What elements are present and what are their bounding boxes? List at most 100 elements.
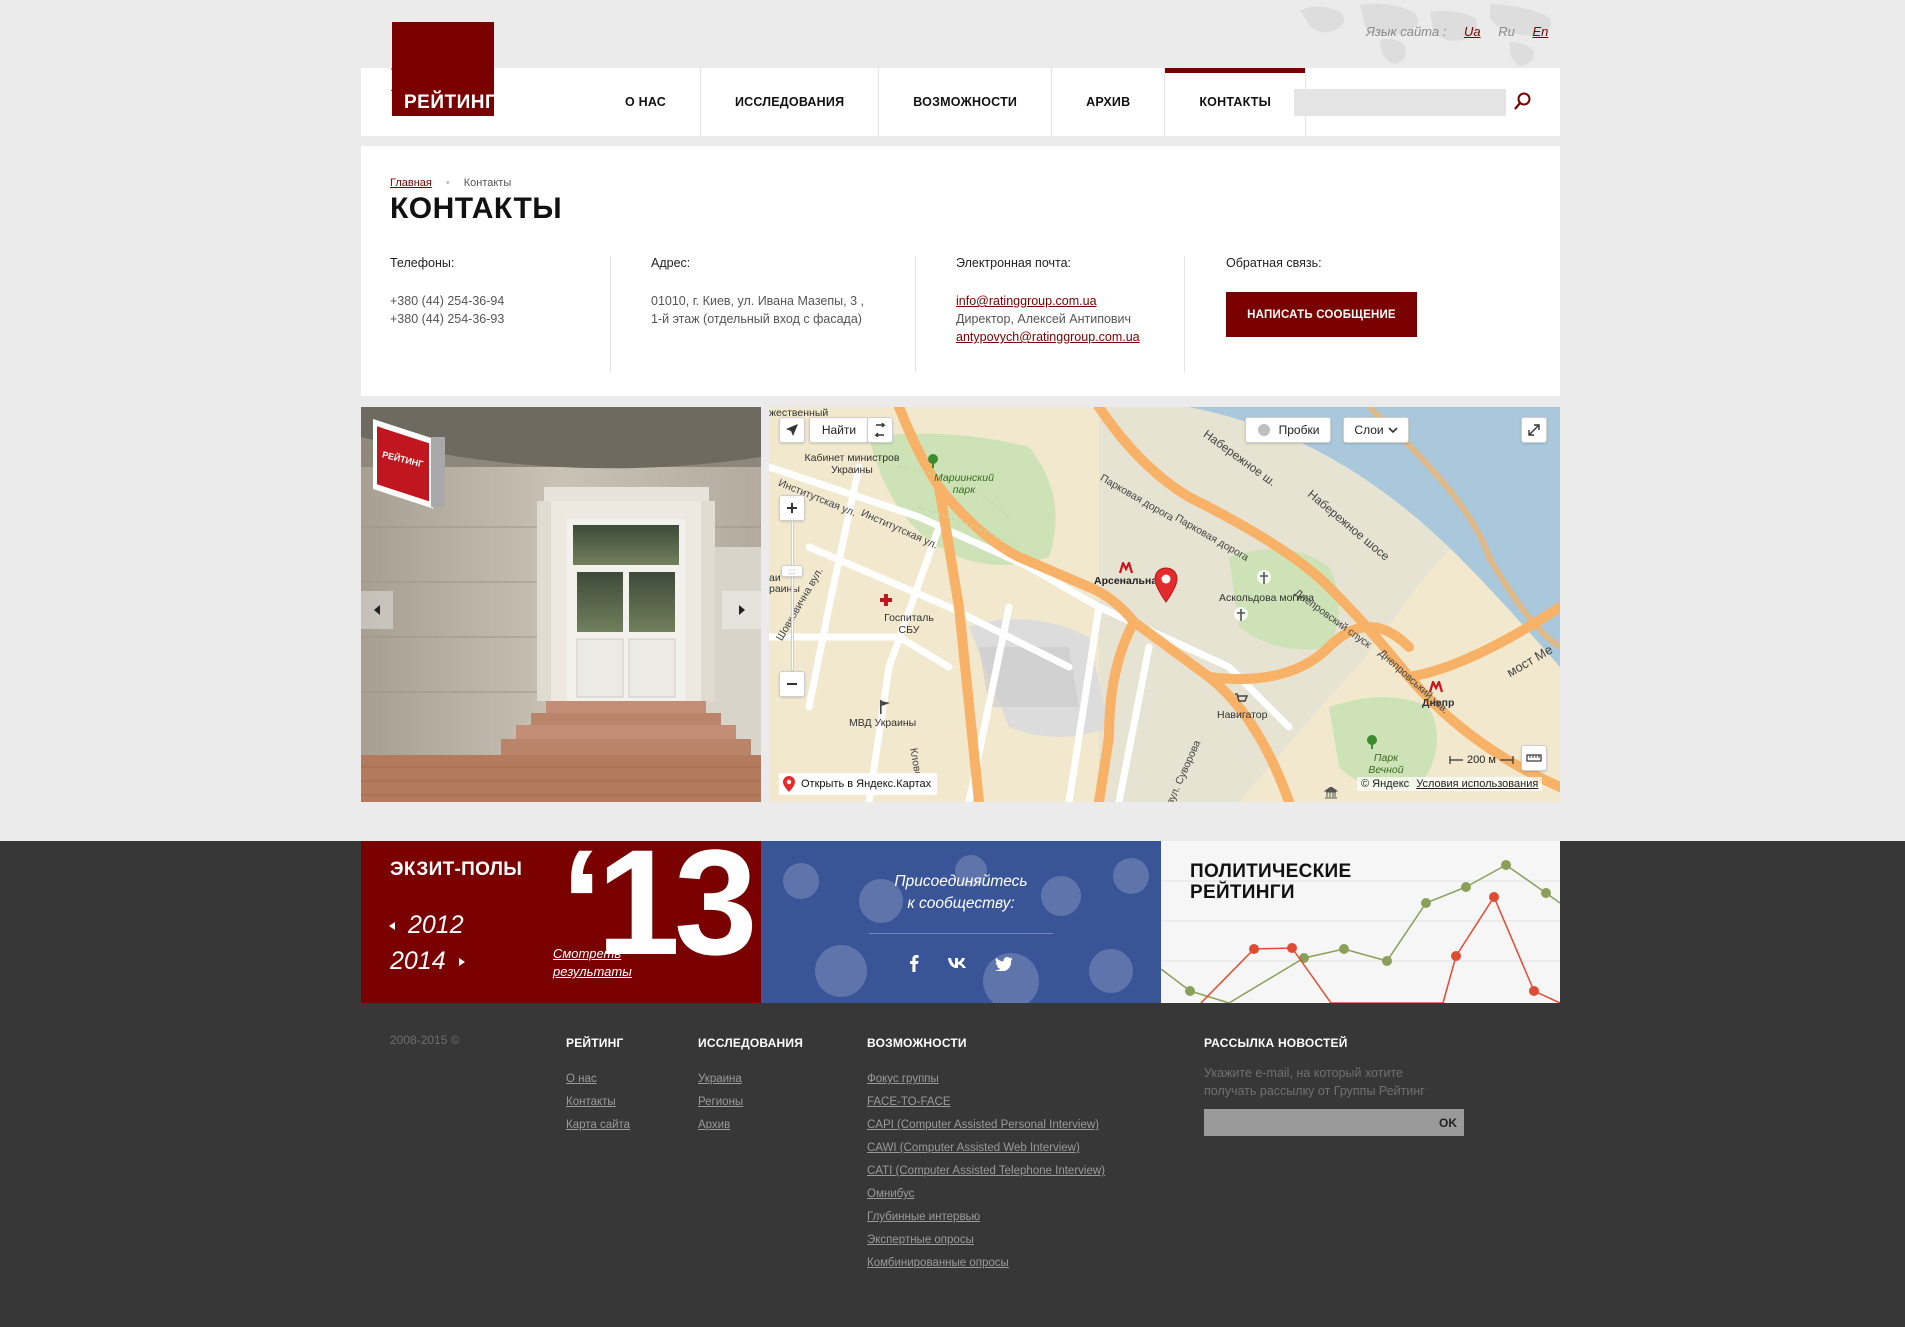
slider-prev-button[interactable] [361,591,393,629]
footer-link-sitemap[interactable]: Карта сайта [566,1114,630,1137]
breadcrumb-separator: • [445,177,450,189]
footer-link-contacts[interactable]: Контакты [566,1091,630,1114]
year-2014-link[interactable]: 2014 [390,947,466,976]
lang-ru-link[interactable]: Ru [1498,24,1515,39]
language-switcher: Язык сайта : Ua Ru En [1366,24,1548,39]
flag-icon [880,700,890,714]
route-button[interactable] [867,417,893,443]
breadcrumb: Главная • Контакты [390,177,511,189]
footer-link-ukraine[interactable]: Украина [698,1068,803,1091]
footer-col-research-title: ИССЛЕДОВАНИЯ [698,1036,804,1050]
year-2012-link[interactable]: 2012 [388,911,464,940]
route-icon [874,423,886,437]
footer-link-cati[interactable]: CATI (Computer Assisted Telephone Interv… [867,1160,1105,1183]
map-copyright: © Яндекс Условия использования [1357,777,1543,791]
menu-item-capabilities[interactable]: ВОЗМОЖНОСТИ [879,68,1053,136]
arrow-left-icon [389,921,395,930]
social-divider [869,933,1053,934]
political-ratings-block[interactable]: ПОЛИТИЧЕСКИЕ РЕЙТИНГИ [1161,841,1560,1003]
footer-link-capi[interactable]: CAPI (Computer Assisted Personal Intervi… [867,1114,1105,1137]
map-scale-label: 200 м [1467,754,1496,766]
map-label-park-vechnoy: Парк Вечной [1368,752,1404,776]
view-results-line-2: результаты [553,964,632,979]
map-find-button[interactable]: Найти [809,417,869,443]
footer-link-focus-groups[interactable]: Фокус группы [867,1068,1105,1091]
feedback-column: Обратная связь: НАПИСАТЬ СООБЩЕНИЕ [1226,256,1417,372]
minus-icon [787,683,797,685]
social-community-block: Присоединяйтесь к сообществу: [761,841,1161,1003]
map-label-edge-left2: раины [769,583,800,595]
church-icon [1257,570,1271,584]
zoom-in-button[interactable] [779,495,805,521]
menu-item-contacts[interactable]: КОНТАКТЫ [1165,68,1307,136]
footer-link-face-to-face[interactable]: FACE-TO-FACE [867,1091,1105,1114]
view-results-line-1: Смотреть [553,946,622,961]
chevron-down-icon [1388,427,1398,434]
top-strip [0,0,1905,68]
museum-icon [1324,787,1338,799]
email-column: Электронная почта: info@ratinggroup.com.… [956,256,1140,372]
footer-link-about[interactable]: О нас [566,1068,630,1091]
ruler-button[interactable] [1521,745,1547,771]
search-input[interactable] [1294,89,1506,116]
geolocation-button[interactable] [779,417,805,443]
menu-item-archive[interactable]: АРХИВ [1052,68,1166,136]
slider-next-button[interactable] [722,591,761,629]
expand-icon [1528,424,1540,436]
layers-label: Слои [1354,423,1384,437]
write-message-button[interactable]: НАПИСАТЬ СООБЩЕНИЕ [1226,292,1417,337]
traffic-icon [1257,424,1270,436]
crowd-background [783,855,1149,1003]
church-icon [1234,607,1248,621]
footer-link-in-depth[interactable]: Глубинные интервью [867,1206,1105,1229]
vk-icon[interactable] [947,957,967,969]
arrow-right-icon [458,957,465,966]
footer-link-cawi[interactable]: CAWI (Computer Assisted Web Interview) [867,1137,1105,1160]
breadcrumb-current: Контакты [463,177,512,189]
traffic-button[interactable]: Пробки [1245,417,1331,443]
open-in-yandex-maps-link[interactable]: Открыть в Яндекс.Картах [779,773,938,795]
footer-col-research: ИССЛЕДОВАНИЯ Украина Регионы Архив [698,1036,803,1137]
newsletter-email-input[interactable] [1204,1109,1432,1136]
map-label-mariinsky-park: Мариинский парк [934,472,994,496]
search-icon[interactable] [1512,90,1534,112]
scale-right-icon [1499,756,1514,764]
zoom-slider-track[interactable] [791,521,794,671]
address-column: Адрес: 01010, г. Киев, ул. Ивана Мазепы,… [651,256,864,372]
phones-column: Телефоны: +380 (44) 254-36-94 +380 (44) … [390,256,504,372]
logo-text: РЕЙТИНГ [404,92,497,113]
layers-dropdown[interactable]: Слои [1343,417,1409,443]
lang-ua-link[interactable]: Ua [1464,24,1481,39]
yandex-pin-icon [783,776,795,792]
hospital-icon [880,594,892,606]
address-label: Адрес: [651,256,691,270]
location-pin-icon[interactable] [1153,567,1179,603]
map-label-navigator: Навигатор [1217,709,1268,721]
facebook-icon[interactable] [909,954,919,972]
email-main-link[interactable]: info@ratinggroup.com.ua [956,292,1140,310]
footer-link-expert[interactable]: Экспертные опросы [867,1229,1105,1252]
email-director-link[interactable]: antypovych@ratinggroup.com.ua [956,328,1140,346]
breadcrumb-home-link[interactable]: Главная [390,177,432,189]
menu-item-research[interactable]: ИССЛЕДОВАНИЯ [701,68,880,136]
yandex-map[interactable]: жественный Кабинет министров Украины Мар… [769,407,1560,802]
column-divider [610,256,611,372]
fullscreen-button[interactable] [1521,417,1547,443]
footer-link-omnibus[interactable]: Омнибус [867,1183,1105,1206]
footer-link-regions[interactable]: Регионы [698,1091,803,1114]
arrow-left-icon [374,605,380,615]
footer-link-combined[interactable]: Комбинированные опросы [867,1252,1105,1275]
exit-polls-block[interactable]: ЭКЗИТ-ПОЛЫ 2012 2014 ‘13 Смотреть резуль… [361,841,761,1003]
zoom-out-button[interactable] [779,671,805,697]
view-results-link[interactable]: Смотреть результаты [553,945,632,981]
lang-en-link[interactable]: En [1532,24,1548,39]
twitter-icon[interactable] [995,957,1013,971]
year-2014-label: 2014 [390,947,446,975]
arrow-right-icon [738,605,745,615]
footer-link-archive[interactable]: Архив [698,1114,803,1137]
map-terms-link[interactable]: Условия использования [1416,778,1538,790]
menu-item-about[interactable]: О НАС [600,68,701,136]
newsletter-ok-button[interactable]: OK [1432,1109,1464,1136]
zoom-slider-handle[interactable]: ::: [781,565,803,577]
footer-col-capabilities: ВОЗМОЖНОСТИ Фокус группы FACE-TO-FACE CA… [867,1036,1105,1275]
